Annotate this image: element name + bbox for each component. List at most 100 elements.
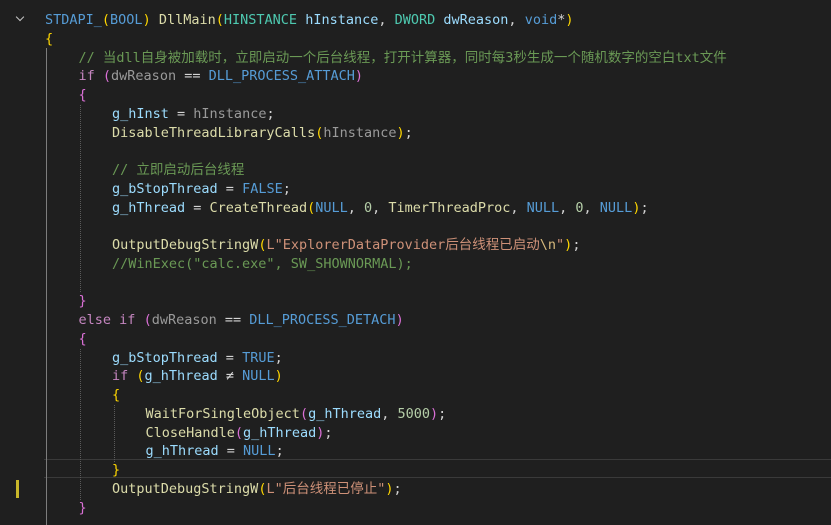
code-token: HINSTANCE	[223, 12, 298, 28]
code-line[interactable]: if (dwReason == DLL_PROCESS_ATTACH)	[79, 67, 364, 86]
code-line[interactable]: {	[79, 86, 87, 105]
code-token: CreateThread	[209, 199, 308, 216]
code-token: hInstance	[323, 124, 397, 141]
code-token: hInstance	[193, 105, 267, 122]
code-token: 5000	[397, 405, 431, 422]
code-line[interactable]: else if (dwReason == DLL_PROCESS_DETACH)	[79, 311, 404, 330]
code-token: {	[112, 387, 121, 403]
code-token: }	[78, 499, 87, 516]
code-token: L"后台线程已停止"	[266, 480, 386, 497]
indent-guide	[80, 105, 81, 292]
code-token: ==	[176, 68, 209, 85]
code-token: NULL	[599, 199, 633, 216]
code-token: ,	[347, 199, 365, 216]
current-line-highlight	[44, 459, 831, 478]
code-token: L"ExplorerDataProvider后台线程已启动	[266, 237, 540, 253]
code-token: ,	[378, 12, 395, 28]
code-line[interactable]: g_hThread = CreateThread(NULL, 0, TimerT…	[112, 199, 649, 218]
code-token: ≠	[217, 368, 243, 385]
code-token: ,	[372, 199, 389, 216]
code-token: g_bStopThread	[112, 349, 218, 366]
code-token: ,	[381, 405, 398, 422]
code-token: =	[168, 105, 194, 122]
code-token: NULL	[315, 199, 348, 216]
fold-chevron-icon[interactable]	[16, 13, 27, 24]
code-token: )	[274, 368, 283, 385]
code-token: g_hThread	[145, 443, 219, 460]
code-line[interactable]: {	[45, 30, 53, 49]
code-token: g_hThread	[112, 199, 186, 216]
code-token: ;	[438, 405, 447, 422]
code-line[interactable]: }	[79, 292, 87, 311]
code-token: (	[215, 12, 224, 28]
code-line[interactable]: g_bStopThread = FALSE;	[112, 180, 291, 199]
code-token: ;	[274, 349, 283, 366]
code-line[interactable]: OutputDebugStringW(L"ExplorerDataProvide…	[112, 236, 580, 255]
code-token: FALSE	[242, 180, 283, 197]
code-token: )	[430, 405, 439, 422]
code-line[interactable]: DisableThreadLibraryCalls(hInstance);	[112, 124, 413, 143]
code-token: }	[78, 293, 87, 310]
code-token: (	[234, 424, 244, 441]
code-token: if	[78, 68, 95, 85]
code-token: g_hThread	[308, 405, 382, 422]
code-token: ;	[393, 480, 402, 497]
code-token: ;	[324, 424, 333, 441]
code-token: ;	[572, 237, 581, 253]
code-line[interactable]: g_hThread = NULL;	[146, 442, 284, 461]
code-line[interactable]: {	[112, 386, 120, 405]
code-token: }	[112, 462, 121, 478]
code-token: =	[185, 199, 210, 216]
code-token: ;	[275, 443, 284, 460]
code-token: OutputDebugStringW	[112, 237, 259, 253]
code-line[interactable]: if (g_hThread ≠ NULL)	[112, 367, 283, 386]
code-token: ==	[216, 312, 250, 328]
code-editor[interactable]: STDAPI_(BOOL) DllMain(HINSTANCE hInstanc…	[0, 0, 831, 525]
code-token: dwReason	[111, 68, 177, 85]
code-token: ;	[640, 199, 649, 216]
code-token: NULL	[243, 443, 276, 460]
code-token: =	[217, 180, 243, 197]
code-token: else	[78, 312, 112, 328]
indent-guide	[46, 48, 47, 525]
modified-line-marker	[16, 480, 19, 498]
code-line[interactable]: // 当dll自身被加载时，立即启动一个后台线程，打开计算器，同时每3秒生成一个…	[79, 49, 727, 68]
code-token: DllMain	[158, 12, 216, 28]
code-token: (	[143, 312, 152, 328]
code-line[interactable]: g_bStopThread = TRUE;	[112, 349, 283, 368]
code-token: "	[556, 237, 565, 253]
code-line[interactable]: g_hInst = hInstance;	[112, 105, 275, 124]
code-token: ;	[282, 180, 291, 197]
code-token: ,	[583, 199, 600, 216]
code-line[interactable]: }	[112, 461, 120, 480]
code-line[interactable]: CloseHandle(g_hThread);	[146, 424, 333, 443]
code-token: CloseHandle	[145, 424, 235, 441]
code-token: ;	[266, 105, 275, 122]
code-token: )	[396, 124, 405, 141]
code-line[interactable]: }	[79, 499, 87, 518]
code-line[interactable]: OutputDebugStringW(L"后台线程已停止");	[112, 480, 402, 499]
code-line[interactable]: //WinExec("calc.exe", SW_SHOWNORMAL);	[112, 255, 413, 274]
code-token: g_bStopThread	[112, 180, 218, 197]
code-token: WaitForSingleObject	[145, 405, 300, 422]
code-token: BOOL	[110, 12, 143, 28]
code-token: TRUE	[242, 349, 275, 366]
code-line[interactable]: {	[79, 330, 87, 349]
code-token: DWORD	[394, 12, 436, 28]
code-line[interactable]: // 立即启动后台线程	[112, 161, 244, 180]
code-token: TimerThreadProc	[388, 199, 511, 216]
code-token: dwReason	[443, 12, 509, 28]
code-line[interactable]: STDAPI_(BOOL) DllMain(HINSTANCE hInstanc…	[45, 11, 573, 30]
code-token: ,	[508, 12, 525, 28]
code-token: void	[524, 12, 558, 28]
indent-guide	[114, 405, 115, 462]
code-token: (	[307, 199, 316, 216]
code-token: g_hThread	[144, 368, 218, 385]
code-token: DLL_PROCESS_ATTACH	[208, 68, 355, 85]
code-line[interactable]: WaitForSingleObject(g_hThread, 5000);	[146, 405, 447, 424]
code-token: hInstance	[305, 12, 379, 28]
code-token: dwReason	[151, 312, 217, 328]
